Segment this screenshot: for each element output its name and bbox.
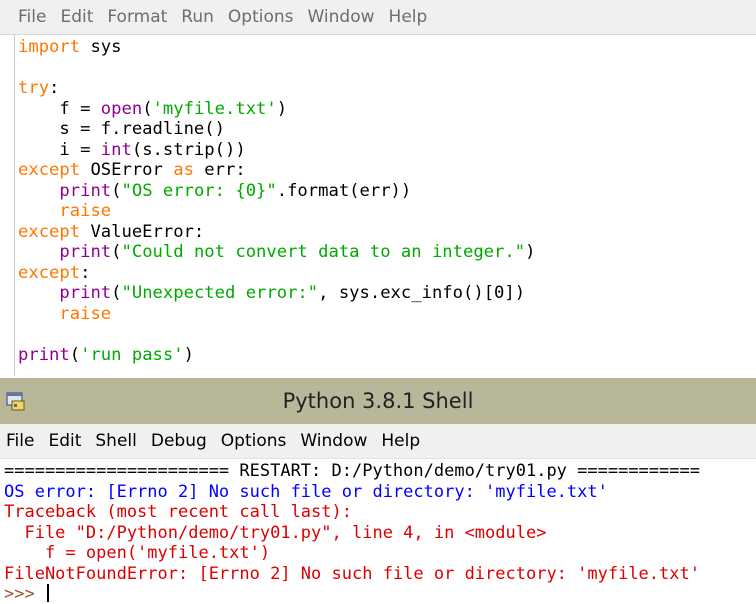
shell-output-area[interactable]: ====================== RESTART: D:/Pytho… [0,459,756,604]
code-line[interactable]: except OSError as err: [18,160,535,181]
code-line[interactable]: print("Could not convert data to an inte… [18,242,535,263]
text-cursor [46,584,49,602]
editor-menu-window[interactable]: Window [301,7,382,27]
shell-menu-shell[interactable]: Shell [88,431,143,451]
code-token: print [59,180,112,201]
code-token: sys [80,37,122,57]
code-token: "Could not convert data to an integer." [121,242,526,262]
code-token: ( [111,180,122,201]
shell-menu-edit[interactable]: Edit [41,431,88,451]
shell-prompt-line[interactable]: >>> [4,584,700,604]
code-token: 'myfile.txt' [152,98,277,119]
editor-left-border [14,35,15,376]
shell-menu-file[interactable]: File [0,431,41,451]
window-title: Python 3.8.1 Shell [282,389,474,413]
code-line[interactable]: raise [18,304,535,325]
code-token: OSError [80,160,174,180]
code-token: , sys.exc_info()[0]) [318,283,526,303]
code-token: s = f.readline() [18,119,225,139]
code-token: raise [59,201,112,221]
code-token: int [100,139,132,160]
code-line[interactable]: raise [18,201,535,222]
code-token: ( [111,242,122,262]
source-code[interactable]: import sys try: f = open('myfile.txt') s … [18,37,535,365]
shell-menu-debug[interactable]: Debug [144,431,214,451]
shell-output-line: ====================== RESTART: D:/Pytho… [4,461,700,481]
code-line[interactable]: print("Unexpected error:", sys.exc_info(… [18,283,535,304]
shell-output-line: f = open('myfile.txt') [4,543,271,563]
shell-menu-options[interactable]: Options [214,431,294,451]
code-token: (s.strip()) [131,139,246,160]
code-token: err: [193,160,246,180]
code-token: : [49,78,60,98]
editor-menu-run[interactable]: Run [174,7,221,27]
code-line[interactable]: try: [18,78,535,99]
editor-text-area[interactable]: import sys try: f = open('myfile.txt') s … [0,35,756,376]
code-token: except [18,262,81,283]
editor-menu-file[interactable]: File [0,7,53,27]
shell-menu-bar: File Edit Shell Debug Options Window Help [0,424,756,459]
code-token: ( [142,98,153,119]
shell-output-line: OS error: [Errno 2] No such file or dire… [4,481,608,502]
editor-menu-options[interactable]: Options [221,7,301,27]
code-token: ValueError: [80,221,205,242]
editor-menu-bar: File Edit Format Run Options Window Help [0,0,756,35]
code-token: "Unexpected error:" [121,283,319,303]
code-token: ( [69,344,81,365]
code-token: try [18,78,50,98]
code-line[interactable]: f = open('myfile.txt') [18,99,535,120]
code-token: print [18,344,70,365]
code-token: i = [18,139,101,160]
code-token: print [59,242,112,262]
editor-menu-format[interactable]: Format [100,7,174,27]
editor-menu-help[interactable]: Help [382,7,435,27]
code-token: .format(err)) [276,180,412,201]
shell-title-bar[interactable]: Python 3.8.1 Shell [0,378,756,424]
code-token: : [80,262,91,283]
code-token: import [18,37,81,57]
code-line[interactable]: s = f.readline() [18,119,535,140]
code-line[interactable]: i = int(s.strip()) [18,140,535,161]
code-token: ) [276,98,288,119]
shell-output-line: Traceback (most recent call last): [4,502,352,522]
shell-prompt: >>> [4,584,45,604]
code-token: print [59,283,112,303]
code-token: open [100,98,143,119]
shell-menu-help[interactable]: Help [374,431,427,451]
python-idle-icon [6,392,25,411]
code-token: f = [18,98,101,119]
code-line[interactable]: print("OS error: {0}".format(err)) [18,181,535,202]
code-token: ) [183,344,194,365]
code-line[interactable]: import sys [18,37,535,58]
shell-output[interactable]: ====================== RESTART: D:/Pytho… [4,461,700,604]
code-token: ( [111,283,122,303]
code-line[interactable] [18,58,535,79]
code-token: ) [525,242,536,262]
code-token: as [173,160,194,180]
editor-menu-edit[interactable]: Edit [53,7,100,27]
code-token: "OS error: {0}" [121,180,277,201]
code-line[interactable]: print('run pass') [18,345,535,366]
code-token: except [18,160,81,180]
shell-output-line: File "D:/Python/demo/try01.py", line 4, … [4,522,547,543]
shell-output-line: FileNotFoundError: [Errno 2] No such fil… [4,563,700,584]
code-line[interactable] [18,324,535,345]
code-line[interactable]: except ValueError: [18,222,535,243]
code-token: 'run pass' [80,344,184,365]
code-token: except [18,221,81,242]
shell-menu-window[interactable]: Window [293,431,374,451]
code-line[interactable]: except: [18,263,535,284]
code-token: raise [59,303,112,324]
